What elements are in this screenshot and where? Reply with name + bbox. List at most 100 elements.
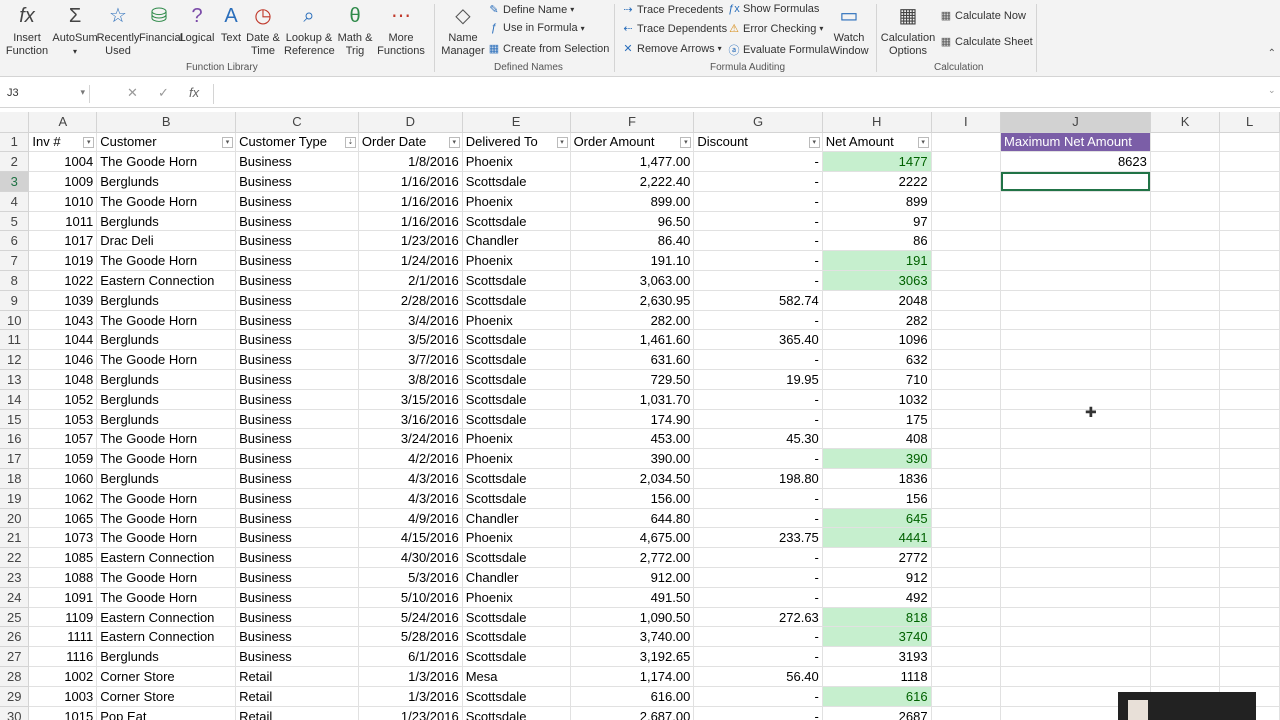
cell-k[interactable]: [1150, 409, 1221, 430]
use-in-formula-button[interactable]: ƒ Use in Formula ▾: [488, 22, 585, 34]
row-header[interactable]: 20: [0, 508, 30, 529]
evaluate-formula-button[interactable]: ⓐ Evaluate Formula: [728, 42, 830, 58]
data-cell[interactable]: 1,477.00: [570, 151, 695, 173]
cell-j[interactable]: [1000, 448, 1151, 470]
cell-j[interactable]: [1000, 230, 1151, 252]
insert-function-icon[interactable]: fx: [189, 85, 199, 100]
row-header[interactable]: 14: [0, 389, 30, 410]
data-cell[interactable]: Business: [235, 191, 359, 212]
net-amount-cell[interactable]: 86: [822, 230, 932, 252]
data-cell[interactable]: Business: [235, 230, 359, 252]
row-header[interactable]: 18: [0, 468, 30, 489]
data-cell[interactable]: Chandler: [462, 508, 571, 529]
filter-dropdown-icon[interactable]: ▾: [222, 136, 234, 148]
data-cell[interactable]: 1022: [28, 270, 98, 291]
data-cell[interactable]: Berglunds: [96, 468, 237, 489]
calculate-now-button[interactable]: ▦ Calculate Now: [940, 9, 1026, 23]
data-cell[interactable]: 4/9/2016: [358, 508, 463, 529]
row-header[interactable]: 10: [0, 310, 30, 331]
data-cell[interactable]: Corner Store: [96, 666, 237, 687]
net-amount-cell[interactable]: 97: [822, 211, 932, 232]
data-cell[interactable]: 2/1/2016: [358, 270, 463, 291]
cell-j[interactable]: [1000, 666, 1151, 687]
data-cell[interactable]: Drac Deli: [96, 230, 237, 252]
data-cell[interactable]: 1002: [28, 666, 98, 687]
net-amount-cell[interactable]: 912: [822, 567, 932, 588]
table-header-cell[interactable]: Order Amount ▾: [570, 132, 695, 153]
net-amount-cell[interactable]: 818: [822, 607, 932, 628]
data-cell[interactable]: 1116: [28, 646, 98, 668]
collapse-ribbon-icon[interactable]: ⌃: [1268, 48, 1276, 59]
cell-l[interactable]: [1219, 211, 1280, 232]
data-cell[interactable]: 1/16/2016: [358, 211, 463, 232]
data-cell[interactable]: Berglunds: [96, 646, 237, 668]
cell-i[interactable]: [931, 527, 1002, 549]
data-cell[interactable]: -: [693, 310, 823, 331]
row-header[interactable]: 30: [0, 706, 30, 720]
cell-i[interactable]: [931, 250, 1002, 272]
row-header[interactable]: 8: [0, 270, 30, 291]
data-cell[interactable]: The Goode Horn: [96, 527, 237, 549]
data-cell[interactable]: 1,031.70: [570, 389, 695, 410]
cell-k[interactable]: [1150, 508, 1221, 529]
cell-j[interactable]: [1000, 567, 1151, 588]
cell-k[interactable]: [1150, 428, 1221, 450]
data-cell[interactable]: Business: [235, 310, 359, 331]
data-cell[interactable]: 1062: [28, 488, 98, 509]
row-header[interactable]: 13: [0, 369, 30, 390]
cell-l[interactable]: [1219, 409, 1280, 430]
data-cell[interactable]: Phoenix: [462, 250, 571, 272]
data-cell[interactable]: The Goode Horn: [96, 191, 237, 212]
data-cell[interactable]: Business: [235, 448, 359, 470]
data-cell[interactable]: 86.40: [570, 230, 695, 252]
data-cell[interactable]: Scottsdale: [462, 686, 571, 707]
data-cell[interactable]: 631.60: [570, 349, 695, 371]
data-cell[interactable]: 1048: [28, 369, 98, 390]
cell-i[interactable]: [931, 587, 1002, 608]
autosum-button[interactable]: Σ AutoSum ▾: [52, 2, 98, 58]
data-cell[interactable]: Business: [235, 646, 359, 668]
cell-k[interactable]: [1150, 211, 1221, 232]
data-cell[interactable]: Corner Store: [96, 686, 237, 707]
data-cell[interactable]: 1/16/2016: [358, 191, 463, 212]
cell-l[interactable]: [1219, 508, 1280, 529]
column-header-i[interactable]: I: [931, 112, 1002, 133]
data-cell[interactable]: 1/23/2016: [358, 706, 463, 720]
row-header[interactable]: 11: [0, 329, 30, 351]
cell-k[interactable]: [1150, 567, 1221, 588]
data-cell[interactable]: -: [693, 626, 823, 648]
data-cell[interactable]: Scottsdale: [462, 706, 571, 720]
data-cell[interactable]: Scottsdale: [462, 171, 571, 192]
data-cell[interactable]: 4/2/2016: [358, 448, 463, 470]
cell-k[interactable]: [1150, 290, 1221, 311]
cell-i[interactable]: [931, 547, 1002, 569]
cell-j[interactable]: [1000, 428, 1151, 450]
data-cell[interactable]: 5/3/2016: [358, 567, 463, 588]
data-cell[interactable]: Scottsdale: [462, 626, 571, 648]
watch-window-button[interactable]: ▭ Watch Window: [828, 2, 870, 58]
cell-k[interactable]: [1150, 310, 1221, 331]
trace-dependents-button[interactable]: ⇠ Trace Dependents: [622, 22, 727, 36]
data-cell[interactable]: The Goode Horn: [96, 250, 237, 272]
net-amount-cell[interactable]: 2048: [822, 290, 932, 311]
cell-l[interactable]: [1219, 290, 1280, 311]
data-cell[interactable]: Business: [235, 151, 359, 173]
data-cell[interactable]: Phoenix: [462, 191, 571, 212]
net-amount-cell[interactable]: 2222: [822, 171, 932, 192]
data-cell[interactable]: 3/24/2016: [358, 428, 463, 450]
data-cell[interactable]: 1/23/2016: [358, 230, 463, 252]
data-cell[interactable]: 4,675.00: [570, 527, 695, 549]
net-amount-cell[interactable]: 3193: [822, 646, 932, 668]
calculate-sheet-button[interactable]: ▦ Calculate Sheet: [940, 35, 1033, 49]
data-cell[interactable]: 1015: [28, 706, 98, 720]
data-cell[interactable]: 644.80: [570, 508, 695, 529]
data-cell[interactable]: Scottsdale: [462, 369, 571, 390]
define-name-button[interactable]: ✎ Define Name ▾: [488, 3, 574, 17]
cell-l[interactable]: [1219, 488, 1280, 509]
cell-i[interactable]: [931, 389, 1002, 410]
data-cell[interactable]: The Goode Horn: [96, 349, 237, 371]
lookup-reference-button[interactable]: ⌕ Lookup & Reference: [284, 2, 335, 58]
data-cell[interactable]: 191.10: [570, 250, 695, 272]
data-cell[interactable]: 1/3/2016: [358, 666, 463, 687]
cell-i[interactable]: [931, 626, 1002, 648]
